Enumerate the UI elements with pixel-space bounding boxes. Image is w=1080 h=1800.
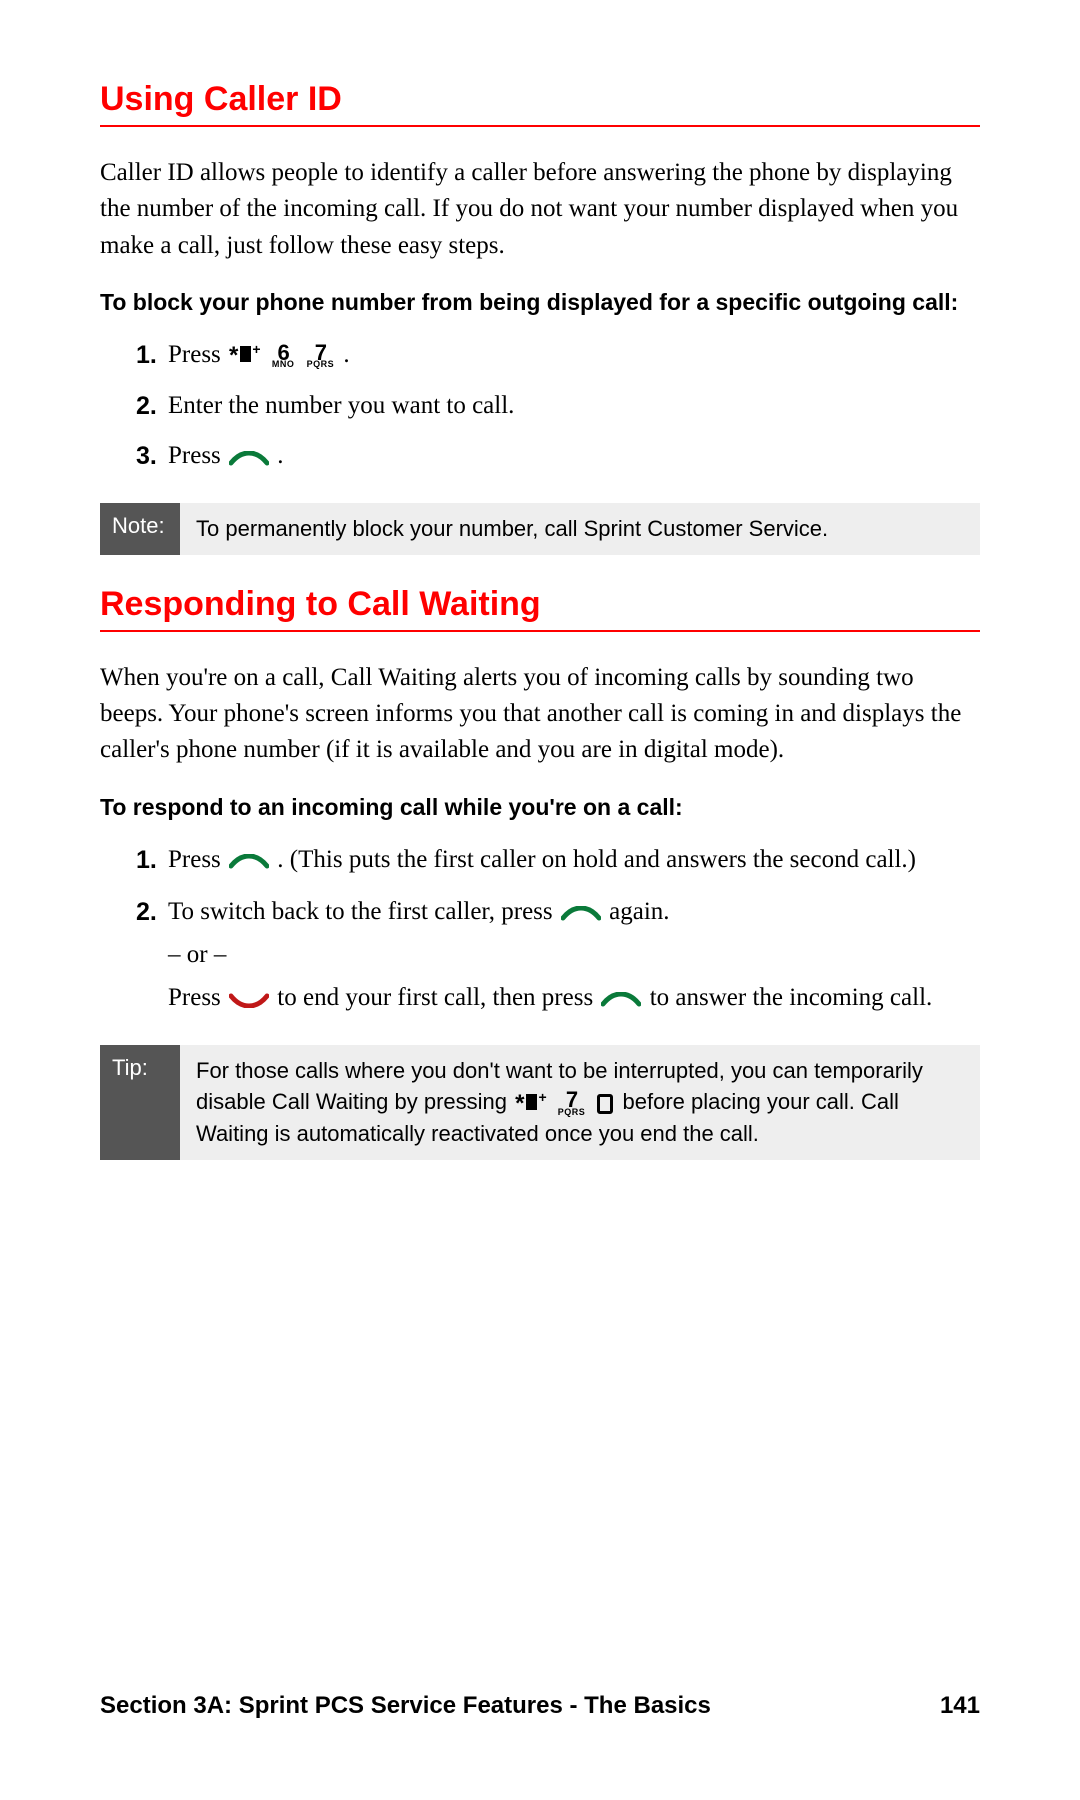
footer-page-number: 141 xyxy=(940,1692,980,1720)
zero-key-icon xyxy=(597,1094,613,1114)
step-text-alt-post: to answer the incoming call. xyxy=(650,984,933,1011)
end-key-icon xyxy=(229,980,269,1019)
talk-key-icon xyxy=(229,438,269,477)
note-label: Note: xyxy=(100,503,180,555)
step-2: 2. To switch back to the first caller, p… xyxy=(136,893,980,1019)
step-1: 1. Press *+ 6MNO 7PQRS . xyxy=(136,336,980,375)
step-text: Press xyxy=(168,341,227,368)
step-text: Press xyxy=(168,442,227,469)
talk-key-icon xyxy=(229,842,269,881)
star-key-icon: *+ xyxy=(515,1092,547,1116)
note-body: To permanently block your number, call S… xyxy=(180,503,980,555)
step-number: 3. xyxy=(136,437,168,477)
step-text-alt-mid: to end your first call, then press xyxy=(277,984,599,1011)
call-waiting-intro: When you're on a call, Call Waiting aler… xyxy=(100,660,980,769)
step-3: 3. Press . xyxy=(136,437,980,477)
caller-id-intro: Caller ID allows people to identify a ca… xyxy=(100,155,980,264)
seven-key-icon: 7PQRS xyxy=(558,1091,586,1116)
step-text-post: again. xyxy=(609,898,669,925)
step-number: 2. xyxy=(136,387,168,426)
call-waiting-subheading: To respond to an incoming call while you… xyxy=(100,791,980,823)
caller-id-steps: 1. Press *+ 6MNO 7PQRS . 2. Enter the nu… xyxy=(136,336,980,477)
footer-section: Section 3A: Sprint PCS Service Features … xyxy=(100,1692,711,1720)
step-text-post: . xyxy=(277,442,283,469)
tip-callout: Tip: For those calls where you don't wan… xyxy=(100,1045,980,1161)
star-key-icon: *+ xyxy=(229,344,261,368)
six-key-icon: 6MNO xyxy=(272,344,295,369)
page-footer: Section 3A: Sprint PCS Service Features … xyxy=(100,1692,980,1720)
step-number: 2. xyxy=(136,893,168,1019)
talk-key-icon xyxy=(561,893,601,932)
seven-key-icon: 7PQRS xyxy=(307,344,335,369)
step-text: Press xyxy=(168,846,227,873)
step-1: 1. Press . (This puts the first caller o… xyxy=(136,841,980,881)
step-number: 1. xyxy=(136,336,168,375)
caller-id-subheading: To block your phone number from being di… xyxy=(100,286,980,318)
call-waiting-steps: 1. Press . (This puts the first caller o… xyxy=(136,841,980,1019)
step-text-post: . (This puts the first caller on hold an… xyxy=(277,846,916,873)
step-text-post: . xyxy=(343,341,349,368)
manual-page: Using Caller ID Caller ID allows people … xyxy=(0,0,1080,1160)
heading-caller-id: Using Caller ID xyxy=(100,80,980,127)
step-number: 1. xyxy=(136,841,168,881)
note-callout: Note: To permanently block your number, … xyxy=(100,503,980,555)
step-text: Enter the number you want to call. xyxy=(168,387,980,426)
or-divider: – or – xyxy=(168,936,980,975)
tip-body: For those calls where you don't want to … xyxy=(180,1045,980,1161)
tip-label: Tip: xyxy=(100,1045,180,1161)
heading-call-waiting: Responding to Call Waiting xyxy=(100,585,980,632)
step-2: 2. Enter the number you want to call. xyxy=(136,387,980,426)
step-text: To switch back to the first caller, pres… xyxy=(168,898,559,925)
step-text-alt-pre: Press xyxy=(168,984,227,1011)
talk-key-icon xyxy=(601,980,641,1019)
